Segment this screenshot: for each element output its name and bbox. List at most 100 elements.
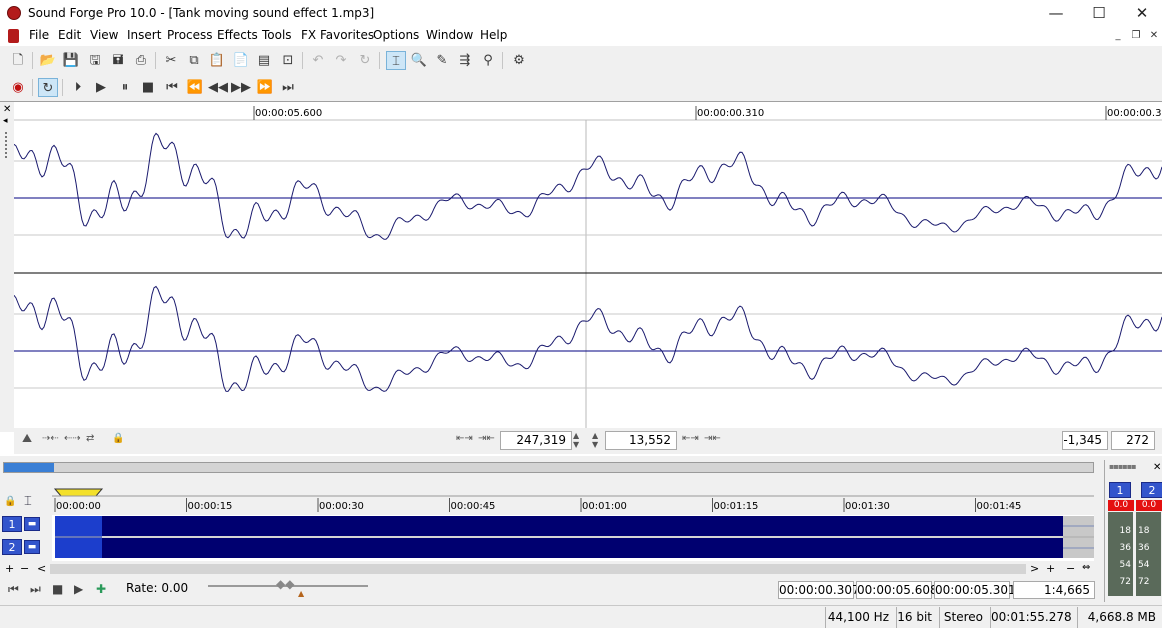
- record-icon[interactable]: ◉: [8, 78, 28, 97]
- magnify-tool-icon[interactable]: 🔍: [409, 51, 429, 70]
- undo-icon[interactable]: ↶: [308, 51, 328, 70]
- forward-icon[interactable]: ⏩: [255, 78, 275, 97]
- scroll-left-button[interactable]: <: [37, 562, 46, 575]
- loop-playback-icon[interactable]: ↻: [38, 78, 58, 97]
- go-to-start-icon[interactable]: ⏮: [162, 78, 182, 97]
- menu-process[interactable]: Process: [167, 28, 213, 42]
- menu-view[interactable]: View: [90, 28, 118, 42]
- level-ruler-icon[interactable]: ⛰: [22, 431, 32, 446]
- save-as-icon[interactable]: 🖫: [85, 51, 105, 70]
- menu-edit[interactable]: Edit: [58, 28, 81, 42]
- save-all-icon[interactable]: 🖬: [108, 51, 128, 70]
- mdi-restore-button[interactable]: ❐: [1128, 29, 1144, 43]
- zoom-out-button-right[interactable]: −: [1066, 562, 1075, 575]
- time-ruler[interactable]: [14, 102, 1162, 120]
- fit-width-icon[interactable]: ⇔: [1082, 562, 1090, 573]
- nudge-left-icon[interactable]: ⇤⇥: [456, 433, 473, 444]
- nudge-end-left-icon[interactable]: ⇤⇥: [682, 433, 699, 444]
- length-spinner-icon[interactable]: ▲ ▼: [592, 431, 598, 449]
- edit-tool-icon[interactable]: ⌶: [386, 51, 406, 70]
- channels-status[interactable]: Stereo: [939, 607, 989, 628]
- channel1-mute-icon[interactable]: ▬: [24, 517, 40, 531]
- play-looped-icon[interactable]: ✚: [96, 582, 106, 596]
- horizontal-scrollbar[interactable]: + − < > + − ⇔: [0, 562, 1104, 576]
- go-to-end-icon[interactable]: ⏭: [278, 78, 298, 97]
- event-tool-icon[interactable]: ⚲: [478, 51, 498, 70]
- close-button[interactable]: ✕: [1120, 0, 1162, 26]
- document-icon[interactable]: [8, 29, 19, 43]
- menu-fx-favorites[interactable]: FX Favorites: [301, 28, 374, 42]
- rate-slider-thumb[interactable]: ◆◆: [276, 577, 294, 591]
- play-all-icon[interactable]: ⏵: [68, 78, 88, 97]
- menu-window[interactable]: Window: [426, 28, 473, 42]
- lock-icon[interactable]: 🔒: [4, 496, 16, 507]
- bit-depth-status[interactable]: 16 bit: [896, 607, 938, 628]
- go-to-end-icon[interactable]: ⏭: [30, 582, 41, 597]
- drag-handle-icon[interactable]: [5, 132, 8, 158]
- meter-grip-icon[interactable]: ▪▪▪▪▪▪: [1109, 462, 1137, 471]
- menu-tools[interactable]: Tools: [262, 28, 292, 42]
- peak-hold-channel2[interactable]: 0.0: [1136, 500, 1162, 511]
- edit-tool-small-icon[interactable]: ⌶: [24, 494, 32, 509]
- selection-length-field[interactable]: 13,552: [605, 431, 677, 450]
- open-folder-icon[interactable]: 📂: [38, 51, 58, 70]
- start-spinner-icon[interactable]: ▲ ▼: [573, 431, 579, 449]
- menu-help[interactable]: Help: [480, 28, 507, 42]
- stop-icon[interactable]: ■: [52, 582, 63, 596]
- close-meters-icon[interactable]: ✕: [1153, 462, 1161, 473]
- new-file-icon[interactable]: 🗋: [8, 51, 28, 70]
- pause-icon[interactable]: ⏸: [115, 78, 135, 97]
- mix-icon[interactable]: ▤: [254, 51, 274, 70]
- waveform-display[interactable]: 00:00:05.600 00:00:00.310 00:00:00.3: [14, 102, 1162, 428]
- overview-bar[interactable]: [3, 462, 1094, 473]
- crop-icon[interactable]: ⊡: [278, 51, 298, 70]
- repeat-icon[interactable]: ↻: [355, 51, 375, 70]
- channel2-mute-icon[interactable]: ▬: [24, 540, 40, 554]
- copy-icon[interactable]: ⧉: [184, 51, 204, 70]
- paste-icon[interactable]: 📋: [207, 51, 227, 70]
- pencil-tool-icon[interactable]: ✎: [432, 51, 452, 70]
- menu-file[interactable]: File: [29, 28, 49, 42]
- zoom-in-level-icon[interactable]: ⇢⇠: [42, 433, 59, 444]
- print-icon[interactable]: ⎙: [131, 51, 151, 70]
- close-data-window-icon[interactable]: ✕: [3, 104, 11, 115]
- scroll-thumb[interactable]: [50, 564, 1026, 574]
- stop-icon[interactable]: ■: [138, 78, 158, 97]
- maximize-button[interactable]: ☐: [1077, 0, 1121, 26]
- mdi-minimize-button[interactable]: _: [1110, 29, 1126, 43]
- redo-icon[interactable]: ↷: [331, 51, 351, 70]
- fast-rewind-icon[interactable]: ◀◀: [208, 78, 228, 97]
- mdi-close-button[interactable]: ✕: [1146, 29, 1162, 43]
- lock-icon[interactable]: 🔒: [112, 433, 124, 444]
- menu-insert[interactable]: Insert: [127, 28, 161, 42]
- meter-channel2-button[interactable]: 2: [1141, 482, 1162, 498]
- menu-options[interactable]: Options: [373, 28, 419, 42]
- collapse-arrow-icon[interactable]: ◂: [3, 116, 8, 126]
- selection-start-field[interactable]: 247,319: [500, 431, 572, 450]
- zoom-out-level-icon[interactable]: ⇠⇢: [64, 433, 81, 444]
- plugin-chainer-icon[interactable]: ⚙: [509, 51, 529, 70]
- envelope-tool-icon[interactable]: ⇶: [455, 51, 475, 70]
- selection-flag-icon[interactable]: [53, 488, 104, 497]
- sample-rate-status[interactable]: 44,100 Hz: [825, 607, 895, 628]
- cut-icon[interactable]: ✂: [161, 51, 181, 70]
- zoom-out-button[interactable]: −: [20, 562, 29, 575]
- rewind-icon[interactable]: ⏪: [185, 78, 205, 97]
- peak-hold-channel1[interactable]: 0.0: [1108, 500, 1134, 511]
- zoom-in-button-right[interactable]: +: [1046, 562, 1055, 575]
- nudge-right-icon[interactable]: ⇥⇤: [478, 433, 495, 444]
- fast-forward-icon[interactable]: ▶▶: [231, 78, 251, 97]
- zoom-in-button[interactable]: +: [5, 562, 14, 575]
- paste-special-icon[interactable]: 📄: [231, 51, 251, 70]
- overview-selection[interactable]: [4, 463, 54, 472]
- menu-effects[interactable]: Effects: [217, 28, 258, 42]
- play-icon[interactable]: ▶: [74, 582, 83, 596]
- channel2-label[interactable]: 2: [2, 539, 22, 555]
- minimize-button[interactable]: —: [1034, 0, 1078, 26]
- nudge-end-right-icon[interactable]: ⇥⇤: [704, 433, 721, 444]
- channel1-label[interactable]: 1: [2, 516, 22, 532]
- scroll-right-button[interactable]: >: [1030, 562, 1039, 575]
- zoom-normal-icon[interactable]: ⇄: [86, 433, 94, 444]
- play-icon[interactable]: ▶: [91, 78, 111, 97]
- go-to-start-icon[interactable]: ⏮: [8, 582, 19, 597]
